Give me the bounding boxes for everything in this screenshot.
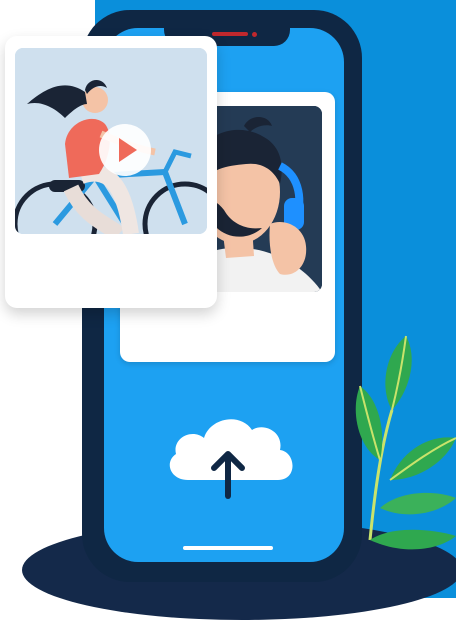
cloud-upload-icon (169, 419, 293, 499)
video-card[interactable] (5, 36, 217, 308)
speaker-grill (212, 32, 248, 36)
front-camera (252, 32, 257, 37)
home-indicator[interactable] (183, 546, 273, 550)
play-button[interactable] (99, 124, 151, 176)
cyclist-illustration (15, 48, 207, 234)
upload-button[interactable] (160, 408, 300, 500)
play-icon (119, 138, 137, 162)
plant-leaves (340, 330, 456, 560)
